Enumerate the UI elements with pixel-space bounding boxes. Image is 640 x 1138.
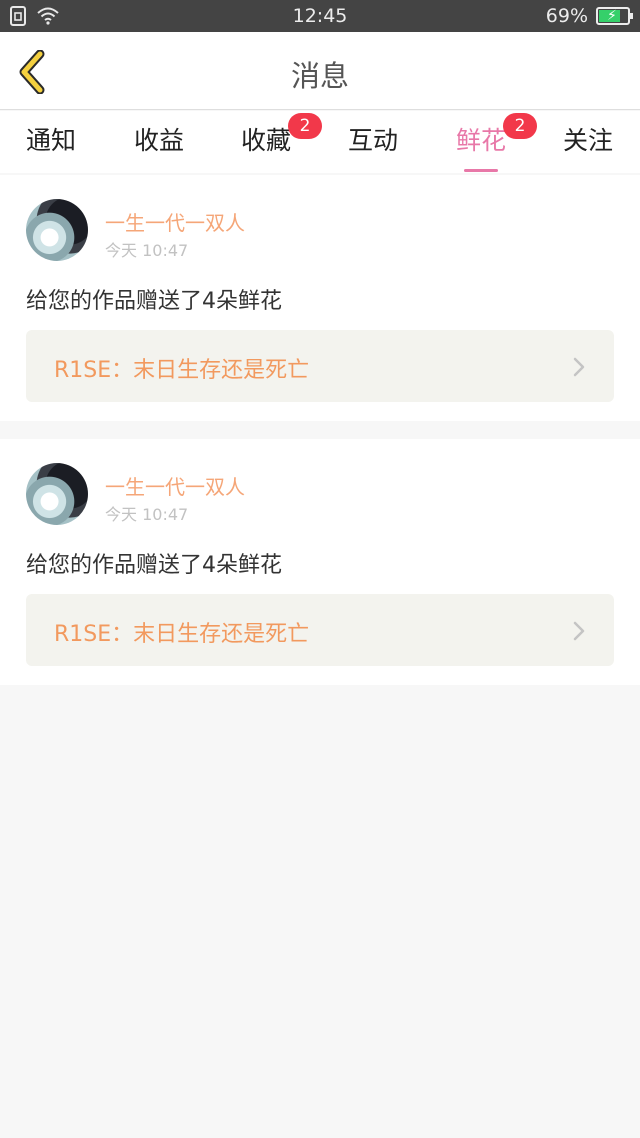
tab-label: 收益 [133,126,184,155]
tab-favorites[interactable]: 收藏 2 [216,113,322,157]
battery-percent: 69% [545,5,588,27]
message-card: 一生一代一双人 今天 10:47 给您的作品赠送了4朵鲜花 R1SE：末日生存还… [0,439,640,685]
message-text: 给您的作品赠送了4朵鲜花 [26,289,282,314]
timestamp: 今天 10:47 [105,505,189,524]
chevron-right-icon [573,357,585,377]
avatar[interactable] [26,199,88,261]
tab-label: 通知 [25,126,76,155]
unread-badge: 2 [288,113,322,139]
username[interactable]: 一生一代一双人 [105,471,245,500]
message-card: 一生一代一双人 今天 10:47 给您的作品赠送了4朵鲜花 R1SE：末日生存还… [0,175,640,421]
tab-earnings[interactable]: 收益 [109,121,209,157]
avatar[interactable] [26,463,88,525]
unread-badge: 2 [503,113,537,139]
charging-bolt-icon: ⚡ [607,8,617,24]
tab-interactions[interactable]: 互动 [323,121,423,157]
tab-label: 鲜花 [455,126,506,155]
work-link[interactable]: R1SE：末日生存还是死亡 [26,330,614,402]
timestamp: 今天 10:47 [105,241,189,260]
tab-following[interactable]: 关注 [538,121,638,157]
tab-notifications[interactable]: 通知 [1,121,101,157]
work-title: R1SE：末日生存还是死亡 [54,358,310,383]
work-link[interactable]: R1SE：末日生存还是死亡 [26,594,614,666]
header: 消息 [0,32,640,110]
work-title: R1SE：末日生存还是死亡 [54,622,310,647]
username[interactable]: 一生一代一双人 [105,207,245,236]
status-bar: 12:45 69% ⚡ [0,0,640,32]
status-time: 12:45 [292,5,348,27]
status-right: 69% ⚡ [545,5,633,27]
chevron-right-icon [573,621,585,641]
tab-label: 收藏 [240,126,291,155]
tab-bar: 通知 收益 收藏 2 互动 鲜花 2 关注 [0,111,640,173]
page-title: 消息 [290,59,349,93]
tab-label: 关注 [562,126,613,155]
message-text: 给您的作品赠送了4朵鲜花 [26,553,282,578]
active-tab-indicator [464,169,498,172]
tab-flowers[interactable]: 鲜花 2 [431,113,537,172]
battery-icon: ⚡ [596,7,633,25]
tab-label: 互动 [347,126,398,155]
